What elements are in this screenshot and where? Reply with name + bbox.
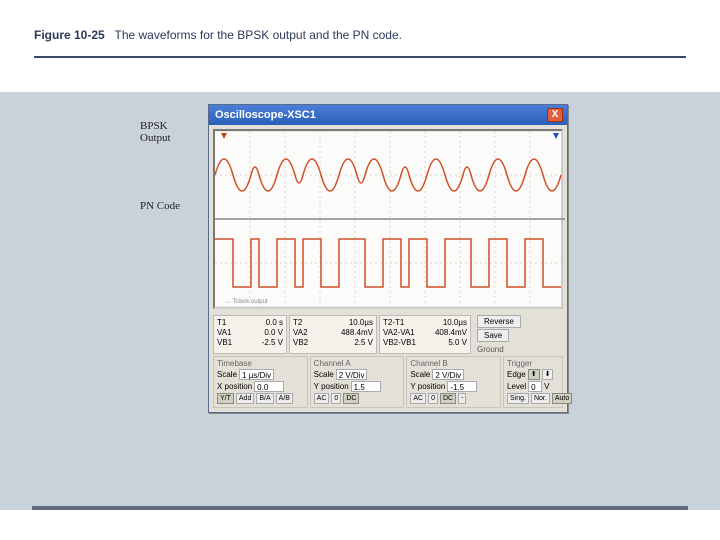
divider [34, 56, 686, 58]
chb-inv[interactable]: - [458, 393, 466, 404]
scope-display: ← Tclock output [213, 129, 563, 309]
cursor-t2 [553, 133, 559, 139]
cha-dc[interactable]: DC [343, 393, 359, 404]
save-button[interactable]: Save [477, 329, 509, 342]
chb-scale[interactable]: 2 V/Div [432, 369, 464, 380]
ba-button[interactable]: B/A [256, 393, 273, 404]
cha-0[interactable]: 0 [331, 393, 341, 404]
window-title: Oscilloscope-XSC1 [213, 109, 547, 121]
bpsk-label: BPSKOutput [140, 120, 180, 144]
trigger-panel: Trigger Edge ⬆⬇ Level 0V Sing. Nor. Auto [503, 356, 563, 408]
pn-label: PN Code [140, 200, 180, 212]
timebase-xpos[interactable]: 0.0 [254, 381, 284, 392]
titlebar[interactable]: Oscilloscope-XSC1 X [209, 105, 567, 125]
svg-text:← Tclock output: ← Tclock output [225, 299, 268, 305]
close-icon[interactable]: X [547, 108, 563, 122]
channel-a-panel: Channel A Scale 2 V/Div Y position 1.5 A… [310, 356, 405, 408]
waveform-svg: ← Tclock output [215, 131, 565, 307]
readout-col1: T10.0 s VA10.0 V VB1-2.5 V [213, 315, 287, 354]
cha-ypos[interactable]: 1.5 [351, 381, 381, 392]
bottom-bar [32, 506, 688, 510]
readout-col3: T2-T110.0µs VA2-VA1408.4mV VB2-VB15.0 V [379, 315, 471, 354]
trg-sing[interactable]: Sing. [507, 393, 529, 404]
add-button[interactable]: Add [236, 393, 254, 404]
chb-ypos[interactable]: -1.5 [447, 381, 477, 392]
readout-col2: T210.0µs VA2488.4mV VB22.5 V [289, 315, 377, 354]
waveform-labels: BPSKOutput PN Code [140, 120, 180, 268]
ground-label: Ground [477, 345, 504, 354]
timebase-scale[interactable]: 1 µs/Div [239, 369, 274, 380]
oscilloscope-window: Oscilloscope-XSC1 X ← Tclock output [208, 104, 568, 413]
cursor-t1 [221, 133, 227, 139]
edge-fall-icon[interactable]: ⬇ [542, 369, 554, 380]
trg-nor[interactable]: Nor. [531, 393, 550, 404]
channel-b-panel: Channel B Scale 2 V/Div Y position -1.5 … [406, 356, 501, 408]
figure-text: The waveforms for the BPSK output and th… [115, 28, 403, 42]
timebase-panel: Timebase Scale 1 µs/Div X position 0.0 Y… [213, 356, 308, 408]
trigger-level[interactable]: 0 [528, 381, 542, 392]
chb-ac[interactable]: AC [410, 393, 426, 404]
yt-button[interactable]: Y/T [217, 393, 234, 404]
chb-dc[interactable]: DC [440, 393, 456, 404]
reverse-button[interactable]: Reverse [477, 315, 521, 328]
figure-number: Figure 10-25 [34, 28, 105, 42]
ab-button[interactable]: A/B [276, 393, 293, 404]
edge-rise-icon[interactable]: ⬆ [528, 369, 540, 380]
chb-0[interactable]: 0 [428, 393, 438, 404]
figure-caption: Figure 10-25 The waveforms for the BPSK … [0, 0, 720, 50]
cha-ac[interactable]: AC [314, 393, 330, 404]
trg-auto[interactable]: Auto [552, 393, 572, 404]
cha-scale[interactable]: 2 V/Div [336, 369, 368, 380]
readout-panel: T10.0 s VA10.0 V VB1-2.5 V T210.0µs VA24… [209, 313, 567, 412]
